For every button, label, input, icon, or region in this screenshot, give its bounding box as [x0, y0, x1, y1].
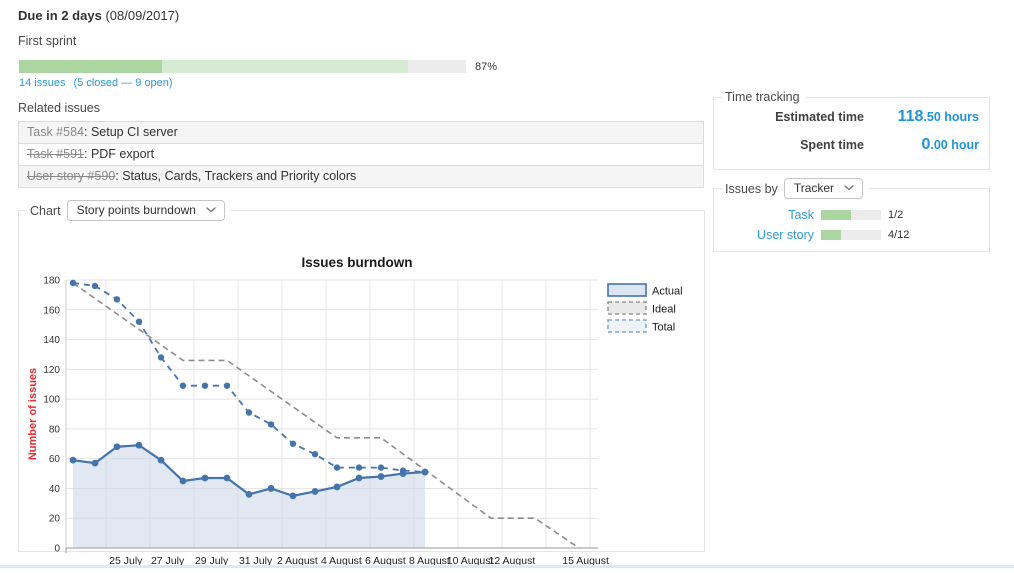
progress-closed-segment	[19, 60, 162, 73]
svg-text:140: 140	[43, 335, 60, 346]
sprint-name: First sprint	[18, 34, 76, 48]
open-issues-link[interactable]: 9 open	[135, 77, 169, 89]
progress-done-segment	[162, 60, 408, 73]
time-tracking-panel: Time tracking Estimated time118.50 hours…	[713, 90, 990, 170]
time-tracking-row-label: Spent time	[714, 138, 864, 152]
related-issue-row: User story #590: Status, Cards, Trackers…	[19, 166, 703, 188]
issue-id-link[interactable]: Task #591	[27, 147, 84, 161]
sprint-due-header: Due in 2 days (08/09/2017)	[18, 8, 179, 23]
y-axis-tick-labels: 0 20 40 60 80 100 120 140 160 180	[43, 276, 60, 555]
chevron-down-icon	[206, 207, 216, 213]
issues-by-legend: Issues by Tracker	[722, 178, 869, 199]
issue-separator: :	[84, 125, 91, 139]
bottom-divider	[0, 565, 1014, 568]
tracker-progress-fill	[821, 230, 841, 240]
tracker-progress-bar	[821, 230, 881, 240]
issues-by-label: Issues by	[725, 182, 778, 196]
legend-label-total: Total	[652, 322, 675, 334]
time-tracking-row: Estimated time118.50 hours	[714, 108, 989, 136]
time-tracking-rows: Estimated time118.50 hoursSpent time0.00…	[714, 104, 989, 164]
related-issues-title: Related issues	[18, 101, 100, 115]
chevron-down-icon	[844, 185, 854, 191]
issue-id-link[interactable]: User story #590	[27, 169, 115, 183]
chart-panel-legend: Chart Story points burndown	[27, 200, 231, 221]
issue-subject: Status, Cards, Trackers and Priority col…	[122, 169, 356, 183]
due-label: Due in 2 days	[18, 8, 102, 23]
time-tracking-legend: Time tracking	[722, 90, 806, 104]
tracker-ratio: 4/12	[888, 229, 989, 241]
time-tracking-title: Time tracking	[725, 90, 800, 104]
legend-label-ideal: Ideal	[652, 304, 676, 316]
time-tracking-row-label: Estimated time	[714, 110, 864, 124]
issue-id-link[interactable]: Task #584	[27, 125, 84, 139]
svg-text:80: 80	[49, 424, 61, 435]
y-axis-label: Number of issues	[27, 368, 39, 460]
time-tracking-row-value: 0.00 hour	[864, 136, 989, 154]
series-total-line	[73, 283, 425, 472]
svg-text:120: 120	[43, 365, 60, 376]
tracker-progress-fill	[821, 210, 851, 220]
svg-text:0: 0	[54, 544, 60, 555]
sprint-progress: 87%	[19, 60, 497, 73]
tracker-link[interactable]: User story	[714, 228, 814, 242]
issues-count-link[interactable]: 14 issues	[19, 77, 65, 89]
tracker-link[interactable]: Task	[714, 208, 814, 222]
svg-text:40: 40	[49, 484, 61, 495]
legend-swatch-total	[608, 320, 646, 332]
related-issues-table: Task #584: Setup CI serverTask #591: PDF…	[18, 121, 704, 188]
issue-subject: PDF export	[91, 147, 154, 161]
progress-percent-label: 87%	[475, 61, 497, 73]
closed-issues-link[interactable]: 5 closed	[77, 77, 118, 89]
paren-close: )	[169, 77, 173, 89]
issue-separator: :	[84, 147, 91, 161]
svg-text:60: 60	[49, 454, 61, 465]
chart-type-select-value: Story points burndown	[77, 203, 196, 217]
issues-by-row: Task 1/2	[714, 205, 989, 225]
hours-decimal: .50 hours	[923, 110, 979, 124]
issue-subject: Setup CI server	[91, 125, 178, 139]
issues-by-rows: Task 1/2 User story 4/12	[714, 199, 989, 245]
chart-panel: Chart Story points burndown 0 20 40 60 80 100…	[18, 200, 705, 552]
legend-swatch-actual	[608, 284, 646, 296]
tracker-progress-bar	[821, 210, 881, 220]
chart-legend: Actual Ideal Total	[608, 284, 683, 334]
issues-by-select[interactable]: Tracker	[784, 178, 863, 199]
issues-by-select-value: Tracker	[794, 181, 834, 195]
tracker-ratio: 1/2	[888, 209, 989, 221]
related-issue-row: Task #584: Setup CI server	[19, 122, 703, 144]
legend-swatch-ideal	[608, 302, 646, 314]
issues-by-panel: Issues by Tracker Task 1/2 User story 4/12	[713, 178, 990, 252]
svg-text:20: 20	[49, 514, 61, 525]
chart-type-select[interactable]: Story points burndown	[67, 200, 225, 221]
legend-label-actual: Actual	[652, 286, 683, 298]
hours-decimal: .00 hour	[930, 138, 979, 152]
burndown-chart: 02040608010012014016018025 July27 July29…	[19, 243, 704, 573]
time-tracking-row: Spent time0.00 hour	[714, 136, 989, 164]
related-issue-row: Task #591: PDF export	[19, 144, 703, 166]
dash-separator: —	[121, 77, 132, 89]
hours-int: 118	[898, 108, 924, 125]
due-date: (08/09/2017)	[105, 8, 179, 23]
svg-text:160: 160	[43, 305, 60, 316]
svg-text:180: 180	[43, 276, 60, 287]
svg-text:100: 100	[43, 395, 60, 406]
sprint-issues-summary: 14 issues(5 closed — 9 open)	[19, 77, 173, 89]
time-tracking-row-value: 118.50 hours	[864, 108, 989, 126]
issues-by-row: User story 4/12	[714, 225, 989, 245]
sprint-progress-bar	[19, 60, 466, 73]
chart-label: Chart	[30, 204, 61, 218]
chart-title: Issues burndown	[301, 255, 412, 270]
